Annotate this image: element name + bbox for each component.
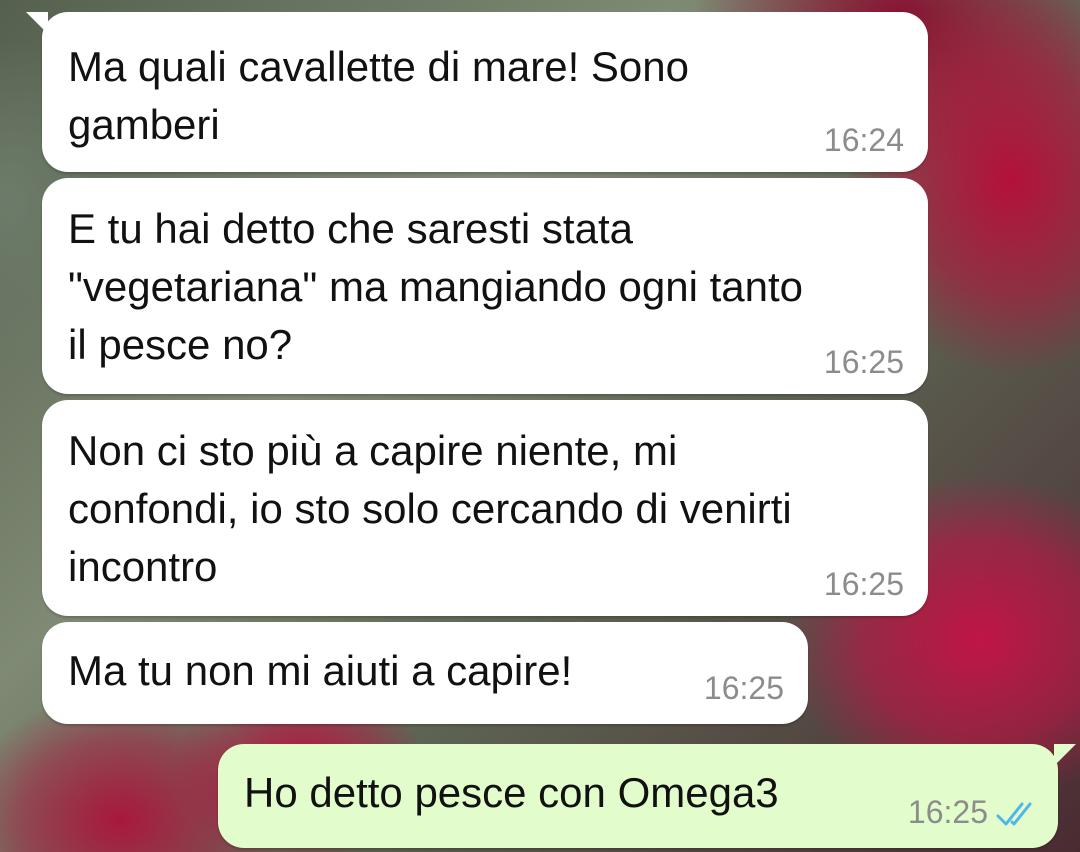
- bubble-tail: [1054, 744, 1076, 766]
- message-bubble-incoming-4[interactable]: Ma tu non mi aiuti a capire! 16:25: [42, 622, 808, 724]
- bubble-tail: [26, 12, 48, 34]
- message-timestamp: 16:24: [823, 122, 904, 158]
- message-timestamp: 16:25: [907, 794, 988, 830]
- message-bubble-incoming-1[interactable]: Ma quali cavallette di mare! Sono gamber…: [26, 12, 928, 172]
- message-bubble-incoming-2[interactable]: E tu hai detto che saresti stata "vegeta…: [42, 178, 928, 394]
- message-timestamp: 16:25: [823, 566, 904, 602]
- message-bubble-incoming-3[interactable]: Non ci sto più a capire niente, mi confo…: [42, 400, 928, 616]
- message-text: Ma quali cavallette di mare! Sono gamber…: [68, 43, 689, 148]
- message-text: E tu hai detto che saresti stata "vegeta…: [68, 205, 803, 368]
- message-timestamp: 16:25: [823, 344, 904, 380]
- message-timestamp: 16:25: [703, 670, 784, 706]
- double-check-icon: [996, 802, 1032, 826]
- message-text: Ma tu non mi aiuti a capire!: [68, 647, 573, 694]
- message-bubble-outgoing-1[interactable]: Ho detto pesce con Omega3 16:25: [218, 744, 1076, 848]
- message-text: Ho detto pesce con Omega3: [244, 769, 779, 816]
- message-text: Non ci sto più a capire niente, mi confo…: [68, 427, 792, 590]
